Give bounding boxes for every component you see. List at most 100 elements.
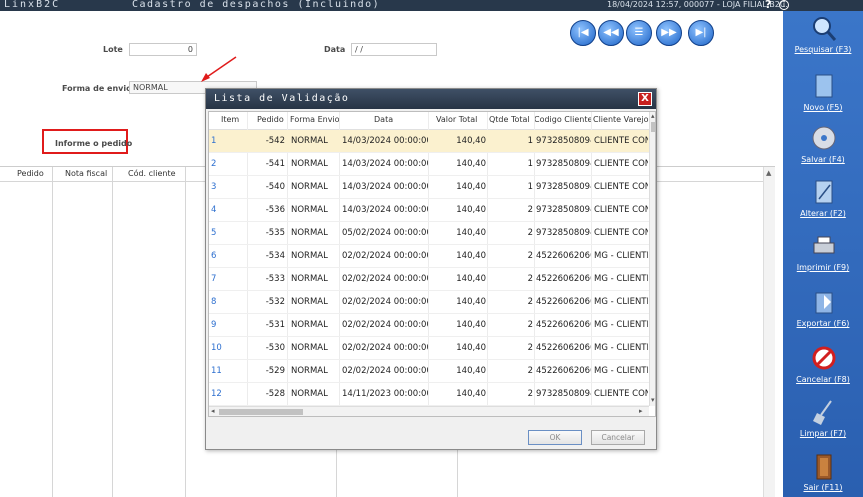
- cell-codigo: 45226062060: [536, 274, 591, 284]
- column-data[interactable]: Data: [374, 115, 393, 124]
- cell-pedido: -532: [265, 297, 285, 307]
- cell-forma: NORMAL: [291, 320, 328, 330]
- table-row[interactable]: 8 -532 NORMAL 02/02/2024 00:00:00 140,40 2 452…: [209, 291, 649, 314]
- data-field[interactable]: / /: [351, 43, 437, 56]
- alterar-button[interactable]: Alterar (F2): [783, 179, 863, 239]
- cell-valor: 140,40: [456, 320, 486, 330]
- lote-field[interactable]: 0: [129, 43, 197, 56]
- column-cliente-varejo[interactable]: Cliente Varejo: [593, 115, 649, 124]
- ok-button[interactable]: OK: [528, 430, 582, 445]
- cell-cliente: CLIENTE CONS: [594, 136, 648, 146]
- forma-envio-label: Forma de envio: [62, 84, 132, 93]
- limpar-button[interactable]: Limpar (F7): [783, 399, 863, 459]
- cell-cliente: CLIENTE CONS: [594, 159, 648, 169]
- cancel-button[interactable]: Cancelar: [591, 430, 645, 445]
- table-row[interactable]: 4 -536 NORMAL 14/03/2024 00:00:00 140,40 2 973…: [209, 199, 649, 222]
- cell-codigo: 97328508094: [536, 136, 591, 146]
- imprimir-button[interactable]: Imprimir (F9): [783, 233, 863, 293]
- cell-item: 1: [211, 136, 217, 146]
- export-icon: [815, 292, 833, 314]
- cell-cliente: CLIENTE CONS: [594, 182, 648, 192]
- table-row[interactable]: 3 -540 NORMAL 14/03/2024 00:00:00 140,40 1 973…: [209, 176, 649, 199]
- horizontal-scroll-thumb[interactable]: [219, 409, 303, 415]
- cell-forma: NORMAL: [291, 251, 328, 261]
- table-row[interactable]: 7 -533 NORMAL 02/02/2024 00:00:00 140,40 2 452…: [209, 268, 649, 291]
- close-icon[interactable]: X: [638, 92, 652, 106]
- table-row[interactable]: 6 -534 NORMAL 02/02/2024 00:00:00 140,40 2 452…: [209, 245, 649, 268]
- salvar-button[interactable]: Salvar (F4): [783, 125, 863, 185]
- table-row[interactable]: 10 -530 NORMAL 02/02/2024 00:00:00 140,40 2 45…: [209, 337, 649, 360]
- cell-cliente: CLIENTE CONS: [594, 389, 648, 399]
- cell-valor: 140,40: [456, 274, 486, 284]
- pesquisar-button[interactable]: Pesquisar (F3): [783, 15, 863, 75]
- cell-pedido: -533: [265, 274, 285, 284]
- cell-item: 10: [211, 343, 222, 353]
- cell-item: 5: [211, 228, 217, 238]
- cell-cliente: CLIENTE CONS: [594, 205, 648, 215]
- cell-qtde: 2: [527, 274, 533, 284]
- grid-horizontal-scrollbar[interactable]: ◂ ▸: [209, 406, 649, 416]
- cell-codigo: 45226062060: [536, 297, 591, 307]
- column-pedido[interactable]: Pedido: [257, 115, 284, 124]
- cell-data: 14/03/2024 00:00:00: [342, 159, 428, 169]
- cell-forma: NORMAL: [291, 274, 328, 284]
- column-valor-total[interactable]: Valor Total: [436, 115, 477, 124]
- table-row[interactable]: 1 -542 NORMAL 14/03/2024 00:00:00 140,40 1 973…: [209, 130, 649, 153]
- cell-data: 02/02/2024 00:00:00: [342, 274, 428, 284]
- annotation-arrow-icon: [201, 56, 237, 82]
- cell-cliente: MG - CLIENTE: [594, 297, 648, 307]
- vertical-scroll-thumb[interactable]: [651, 122, 655, 132]
- sair-button[interactable]: Sair (F11): [783, 453, 863, 497]
- cell-pedido: -535: [265, 228, 285, 238]
- cell-pedido: -542: [265, 136, 285, 146]
- cell-codigo: 45226062060: [536, 366, 591, 376]
- cell-qtde: 2: [527, 297, 533, 307]
- column-cod-cliente[interactable]: Cód. cliente: [128, 167, 176, 181]
- first-record-button[interactable]: |◀: [570, 20, 596, 46]
- cell-data: 14/03/2024 00:00:00: [342, 205, 428, 215]
- cell-forma: NORMAL: [291, 297, 328, 307]
- grid-vertical-scrollbar[interactable]: ▴ ▾: [649, 112, 655, 406]
- novo-button[interactable]: Novo (F5): [783, 73, 863, 133]
- cell-valor: 140,40: [456, 251, 486, 261]
- column-nota-fiscal[interactable]: Nota fiscal: [65, 167, 107, 181]
- new-document-icon: [815, 74, 833, 98]
- record-navigation: |◀ ◀◀ ☰ ▶▶ ▶|: [568, 20, 718, 50]
- cell-valor: 140,40: [456, 205, 486, 215]
- cell-data: 05/02/2024 00:00:00: [342, 228, 428, 238]
- cell-pedido: -540: [265, 182, 285, 192]
- cell-pedido: -531: [265, 320, 285, 330]
- cell-data: 14/03/2024 00:00:00: [342, 182, 428, 192]
- table-row[interactable]: 9 -531 NORMAL 02/02/2024 00:00:00 140,40 2 452…: [209, 314, 649, 337]
- cell-codigo: 97328508094: [536, 389, 591, 399]
- cell-valor: 140,40: [456, 182, 486, 192]
- last-record-button[interactable]: ▶|: [688, 20, 714, 46]
- previous-record-button[interactable]: ◀◀: [598, 20, 624, 46]
- exportar-button[interactable]: Exportar (F6): [783, 289, 863, 349]
- column-pedido[interactable]: Pedido: [17, 167, 44, 181]
- cell-forma: NORMAL: [291, 343, 328, 353]
- cell-pedido: -528: [265, 389, 285, 399]
- cell-codigo: 97328508094: [536, 159, 591, 169]
- table-scrollbar[interactable]: ▲: [763, 167, 775, 497]
- next-record-button[interactable]: ▶▶: [656, 20, 682, 46]
- table-row[interactable]: 2 -541 NORMAL 14/03/2024 00:00:00 140,40 1 973…: [209, 153, 649, 176]
- table-row[interactable]: 5 -535 NORMAL 05/02/2024 00:00:00 140,40 2 973…: [209, 222, 649, 245]
- table-row[interactable]: 11 -529 NORMAL 02/02/2024 00:00:00 140,40 2 45…: [209, 360, 649, 383]
- list-records-button[interactable]: ☰: [626, 20, 652, 46]
- column-codigo-cliente[interactable]: Codigo Cliente: [534, 115, 592, 124]
- info-icon[interactable]: i: [779, 0, 789, 10]
- cell-forma: NORMAL: [291, 389, 328, 399]
- cell-pedido: -529: [265, 366, 285, 376]
- column-qtde-total[interactable]: Qtde Total: [489, 115, 530, 124]
- column-item[interactable]: Item: [221, 115, 239, 124]
- screen-title: Cadastro de despachos (Incluindo): [132, 0, 381, 10]
- help-icon[interactable]: ?: [765, 0, 771, 11]
- cell-codigo: 45226062060: [536, 320, 591, 330]
- cell-cliente: CLIENTE CONS: [594, 228, 648, 238]
- table-row[interactable]: 12 -528 NORMAL 14/11/2023 00:00:00 140,40 2 97…: [209, 383, 649, 406]
- cancelar-button[interactable]: Cancelar (F8): [783, 345, 863, 405]
- column-forma-envio[interactable]: Forma Envio: [290, 115, 340, 124]
- cell-cliente: MG - CLIENTE: [594, 274, 648, 284]
- cell-data: 02/02/2024 00:00:00: [342, 320, 428, 330]
